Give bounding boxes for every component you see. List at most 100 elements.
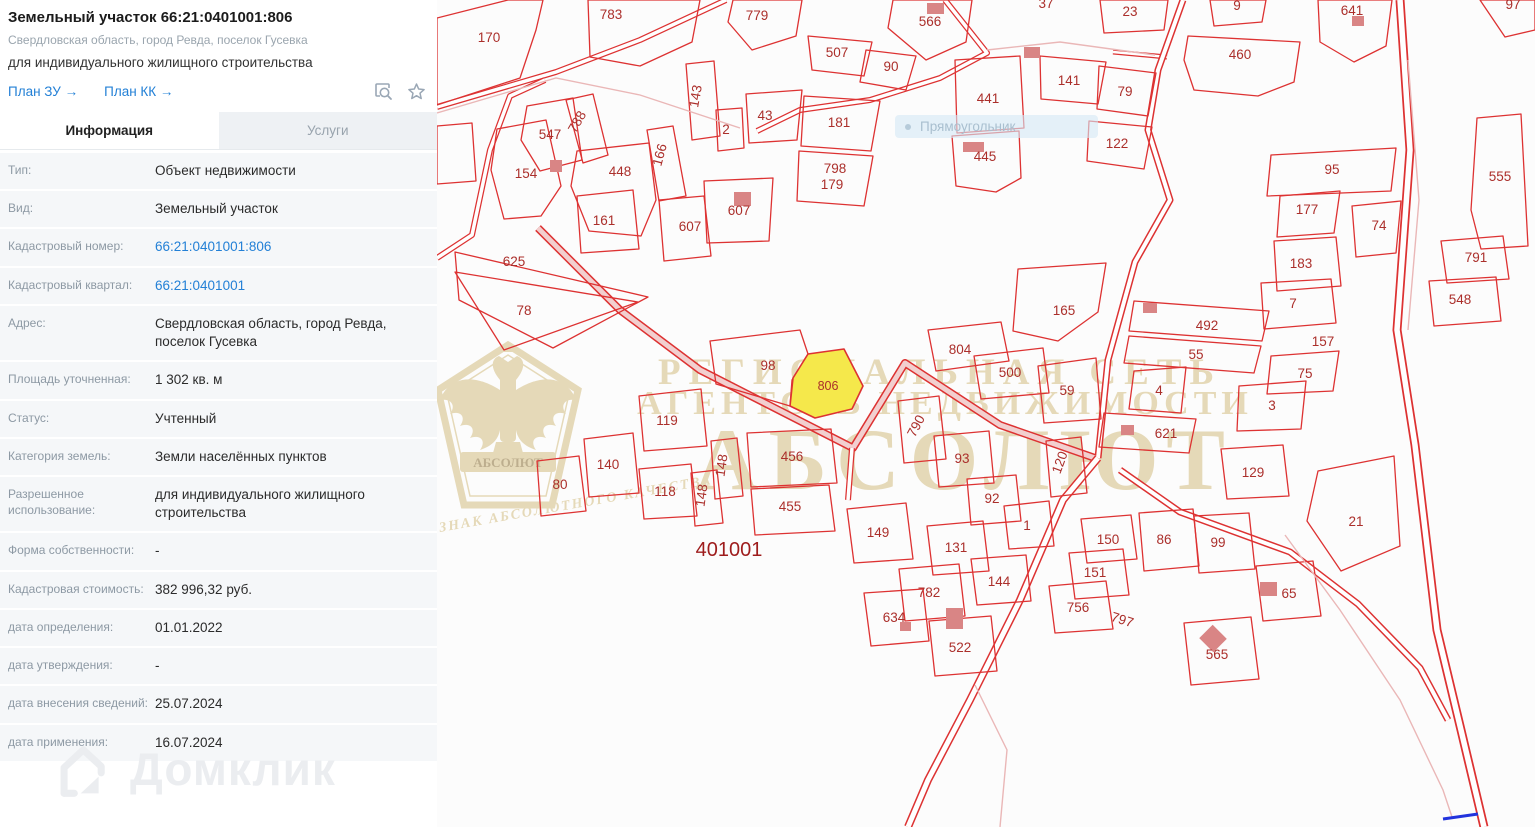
field-value-link[interactable]: 66:21:0401001	[155, 277, 245, 295]
map-tool-tooltip[interactable]: Прямоугольник	[895, 115, 1098, 138]
parcel-label: 92	[984, 491, 999, 506]
field-label: дата определения:	[8, 619, 114, 634]
tab-services[interactable]: Услуги	[218, 112, 437, 149]
field-label: Кадастровая стоимость:	[8, 581, 144, 596]
field-label: Кадастровый номер:	[8, 239, 124, 254]
parcel-label: 95	[1324, 162, 1339, 177]
parcel-label: 21	[1348, 514, 1363, 529]
info-row: Тип: Объект недвижимости	[0, 153, 437, 190]
house-icon	[60, 746, 105, 797]
parcel-label: 455	[779, 499, 802, 514]
parcel-label: 37	[1038, 0, 1053, 11]
parcel-label: 4	[1155, 383, 1163, 398]
eagle-body	[500, 376, 516, 442]
field-value: 1 302 кв. м	[155, 372, 223, 388]
info-panel: Земельный участок 66:21:0401001:806 Свер…	[0, 0, 437, 827]
info-rows: Тип: Объект недвижимости Вид: Земельный уча…	[0, 153, 437, 761]
field-value: 01.01.2022	[155, 619, 223, 635]
parcel-label: 141	[1058, 73, 1081, 88]
parcel-label: 782	[918, 585, 941, 600]
info-row: Разрешенное использование: для индивидуал…	[0, 476, 437, 532]
parcel-label: 90	[883, 59, 898, 74]
map-area[interactable]: АБСОЛЮТ ЗНАК АБСОЛЮТНОГО КАЧЕСТВА РЕГИОНАЛ…	[437, 0, 1535, 827]
parcel-label: 150	[1097, 532, 1120, 547]
parcel-label: 119	[656, 413, 678, 428]
plan-kk-link[interactable]: План КК →	[104, 84, 173, 99]
field-value: -	[155, 658, 160, 674]
info-row: Кадастровый номер: 66:21:0401001:806	[0, 229, 437, 266]
parcel-label: 7	[1289, 296, 1297, 311]
parcel-label: 181	[828, 115, 851, 130]
parcel-label: 151	[1084, 565, 1107, 580]
parcel-label: 3	[1268, 398, 1276, 413]
field-label: дата утверждения:	[8, 658, 113, 673]
parcel-label: 93	[954, 451, 969, 466]
parcel-label: 441	[977, 91, 1000, 106]
parcel-label: 1	[1023, 518, 1031, 533]
info-row: Форма собственности: -	[0, 533, 437, 570]
parcel-label: 804	[949, 342, 972, 357]
star-icon[interactable]	[406, 81, 427, 102]
parcel-label: 161	[593, 213, 616, 228]
parcel-label: 129	[1242, 465, 1265, 480]
field-value: 382 996,32 руб.	[155, 581, 253, 597]
area-search-icon[interactable]	[372, 80, 394, 102]
field-value: Объект недвижимости	[155, 163, 296, 178]
parcel-label: 177	[1296, 202, 1319, 217]
tab-information[interactable]: Информация	[0, 112, 219, 149]
parcel-label: 507	[826, 45, 849, 60]
parcel-label: 547	[539, 127, 562, 142]
parcel-label: 144	[988, 574, 1011, 589]
parcel-label: 445	[974, 149, 997, 164]
parcel-label: 79	[1117, 84, 1132, 99]
emblem-banner-text: АБСОЛЮТ	[473, 455, 543, 470]
map-building	[550, 160, 562, 172]
parcel-label: 779	[746, 8, 769, 23]
parcel-label: 99	[1210, 535, 1225, 550]
map-building	[1143, 303, 1157, 313]
field-value: -	[155, 543, 160, 559]
parcel-label: 55	[1188, 347, 1203, 362]
parcel-label: 59	[1059, 383, 1074, 398]
parcel-label: 122	[1106, 136, 1129, 151]
parcel-label: 179	[821, 177, 844, 192]
parcel-label: 43	[757, 108, 772, 123]
parcel-label: 607	[728, 203, 751, 218]
domclick-watermark: Домклик	[50, 737, 336, 801]
parcel-label: 756	[1067, 600, 1090, 615]
parcel-label: 23	[1122, 4, 1137, 19]
field-value: 25.07.2024	[155, 696, 223, 712]
parcel-label: 634	[883, 610, 906, 625]
info-row: Кадастровый квартал: 66:21:0401001	[0, 267, 437, 304]
info-row: Категория земель: Земли населённых пункто…	[0, 438, 437, 475]
parcel-label: 625	[503, 254, 526, 269]
field-label: дата внесения сведений:	[8, 696, 148, 711]
parcel-label: 148	[693, 483, 711, 507]
info-row: Площадь уточненная: 1 302 кв. м	[0, 362, 437, 399]
highlighted-parcel-label: 806	[818, 379, 839, 393]
parcel-label: 783	[600, 7, 623, 22]
field-label: Адрес:	[8, 315, 46, 330]
field-label: Статус:	[8, 410, 50, 425]
plan-zu-link[interactable]: План ЗУ →	[8, 84, 78, 99]
parcel-label: 500	[999, 365, 1022, 380]
parcel-label: 2	[722, 122, 730, 137]
parcel-label: 74	[1371, 218, 1387, 233]
info-row: дата определения: 01.01.2022	[0, 609, 437, 647]
info-row: Адрес: Свердловская область, город Ревда,…	[0, 305, 437, 361]
parcel-label: 641	[1341, 3, 1364, 18]
field-value-link[interactable]: 66:21:0401001:806	[155, 238, 271, 256]
parcel-label: 86	[1156, 532, 1171, 547]
parcel-label: 154	[515, 166, 538, 181]
field-value: Свердловская область, город Ревда, посел…	[155, 315, 387, 350]
map-building	[1121, 425, 1134, 435]
info-row: дата утверждения: -	[0, 648, 437, 685]
parcel-label: 78	[516, 303, 531, 318]
parcel-label: 548	[1449, 292, 1472, 307]
parcel-label: 555	[1489, 169, 1512, 184]
parcel-label: 448	[609, 164, 632, 179]
permitted-use-line: для индивидуального жилищного строительс…	[8, 55, 313, 70]
field-label: Тип:	[8, 163, 32, 177]
parcel-label: 131	[945, 540, 968, 555]
info-row: дата внесения сведений: 25.07.2024	[0, 686, 437, 723]
